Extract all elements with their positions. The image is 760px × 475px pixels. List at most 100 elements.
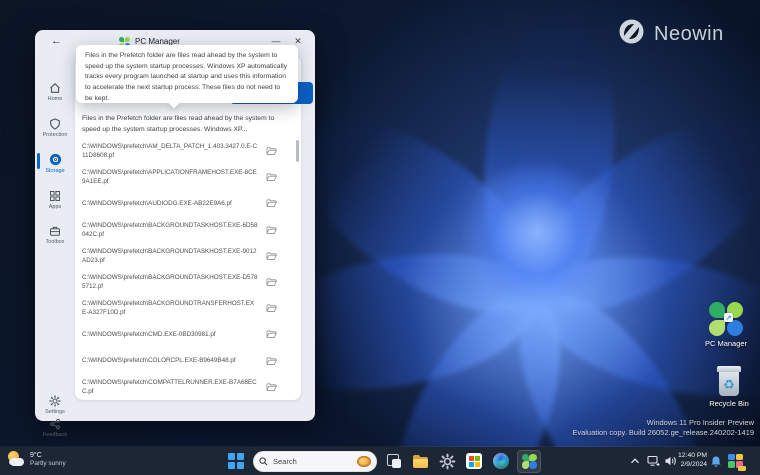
desktop-icon-label: PC Manager [704, 339, 748, 348]
tray-clock[interactable]: 12:40 PM 2/9/2024 [678, 452, 707, 469]
open-folder-icon[interactable] [266, 225, 277, 235]
feedback-icon [50, 418, 60, 430]
network-icon [646, 455, 660, 467]
task-view-button[interactable] [384, 451, 404, 471]
desktop-icon-pc-manager[interactable]: ↗ PC Manager [694, 302, 758, 348]
watermark-line1: Windows 11 Pro Insider Preview [646, 418, 754, 427]
windows-logo-icon [228, 453, 244, 469]
file-path: C:\WINDOWS\prefetch\CMD.EXE-0BD30981.pf [82, 330, 216, 338]
desktop-icon-label: Recycle Bin [709, 399, 749, 408]
prefetch-description: Files in the Prefetch folder are files r… [82, 115, 275, 133]
file-path: C:\WINDOWS\prefetch\COLORCPL.EXE-B9649B4… [82, 357, 236, 365]
open-folder-icon[interactable] [266, 198, 277, 208]
taskbar-search[interactable]: Search [253, 450, 377, 472]
home-icon [50, 83, 60, 93]
back-button[interactable]: ← [51, 35, 62, 47]
watermark-line2: Evaluation copy. Build 26052.ge_release.… [572, 428, 754, 437]
open-folder-icon[interactable] [266, 303, 277, 313]
file-list-row[interactable]: C:\WINDOWS\prefetch\BACKGROUNDTASKHOST.E… [75, 269, 301, 295]
open-folder-icon[interactable] [266, 382, 277, 392]
sidebar-item-label: Storage [45, 168, 65, 174]
file-path: C:\WINDOWS\prefetch\BACKGROUNDTASKHOST.E… [82, 221, 258, 238]
gear-icon [439, 453, 455, 469]
sidebar-item-label: Toolbox [45, 239, 65, 245]
tray-chevron-button[interactable] [625, 451, 645, 471]
file-list-row[interactable]: C:\WINDOWS\prefetch\COLORCPL.EXE-B9649B4… [75, 348, 301, 374]
taskbar: 9°C Partly sunny Search 12:40 PM 2/9/202… [0, 447, 760, 475]
sidebar: Home Protection Storage Apps Toolbox Set… [35, 54, 75, 438]
microsoft-store-button[interactable] [464, 451, 484, 471]
open-folder-icon[interactable] [266, 146, 277, 156]
file-list-row[interactable]: C:\WINDOWS\prefetch\BACKGROUNDTASKHOST.E… [75, 217, 301, 243]
neowin-brand: Neowin [618, 18, 724, 50]
tray-time: 12:40 PM [678, 452, 708, 459]
search-highlight-icon [357, 455, 371, 467]
weather-widget[interactable]: 9°C Partly sunny [7, 450, 66, 468]
edge-button[interactable] [491, 451, 511, 471]
tooltip-text: Files in the Prefetch folder are files r… [85, 52, 287, 102]
sidebar-item-feedback[interactable]: Feedback [35, 418, 75, 438]
search-label: Search [273, 456, 297, 466]
open-folder-icon[interactable] [266, 277, 277, 287]
file-path: C:\WINDOWS\prefetch\APPLICATIONFRAMEHOST… [82, 169, 257, 186]
widgets-icon [728, 453, 746, 471]
prefetch-tooltip: Files in the Prefetch folder are files r… [76, 45, 298, 109]
file-path: C:\WINDOWS\prefetch\COMPATTELRUNNER.EXE-… [82, 378, 257, 395]
toolbox-icon [50, 226, 60, 236]
partly-sunny-icon [7, 450, 25, 468]
open-folder-icon[interactable] [266, 356, 277, 366]
volume-button[interactable] [660, 451, 680, 471]
recycle-bin-icon: ♻ [716, 366, 742, 396]
open-folder-icon[interactable] [266, 172, 277, 182]
file-list-row[interactable]: C:\WINDOWS\prefetch\AM_DELTA_PATCH_1.403… [75, 138, 301, 164]
gear-icon [49, 395, 61, 407]
file-path: C:\WINDOWS\prefetch\AUDIODG.EXE-AB22E9A6… [82, 199, 232, 207]
file-list-row[interactable]: C:\WINDOWS\prefetch\COMPATTELRUNNER.EXE-… [75, 374, 301, 400]
neowin-logo-icon [618, 18, 645, 50]
open-folder-icon[interactable] [266, 329, 277, 339]
file-explorer-button[interactable] [410, 451, 430, 471]
open-folder-icon[interactable] [266, 251, 277, 261]
file-path: C:\WINDOWS\prefetch\BACKGROUNDTRANSFERHO… [82, 300, 255, 317]
file-list-row[interactable]: C:\WINDOWS\prefetch\BACKGROUNDTASKHOST.E… [75, 243, 301, 269]
pc-manager-icon [521, 453, 537, 469]
file-list-row[interactable]: C:\WINDOWS\prefetch\BACKGROUNDTRANSFERHO… [75, 295, 301, 321]
apps-grid-icon [50, 191, 60, 201]
chevron-up-icon [631, 458, 639, 464]
sidebar-item-label: Home [47, 96, 63, 102]
pc-manager-taskbar-button[interactable] [517, 449, 541, 473]
sidebar-item-toolbox[interactable]: Toolbox [35, 225, 75, 245]
start-button[interactable] [226, 451, 246, 471]
file-list-row[interactable]: C:\WINDOWS\prefetch\CMD.EXE-0BD30981.pf [75, 321, 301, 347]
weather-condition: Partly sunny [30, 459, 66, 467]
pc-manager-window: ← PC Manager — ✕ Home Protection Storage… [35, 30, 315, 438]
shortcut-arrow-icon: ↗ [724, 313, 733, 322]
scrollbar-thumb[interactable] [296, 140, 299, 162]
insider-watermark: Windows 11 Pro Insider Preview Evaluatio… [572, 418, 754, 438]
sidebar-item-home[interactable]: Home [35, 82, 75, 102]
wallpaper-bloom [245, 7, 760, 475]
file-list-row[interactable]: C:\WINDOWS\prefetch\APPLICATIONFRAMEHOST… [75, 164, 301, 190]
sidebar-item-label: Protection [42, 132, 68, 138]
file-list: C:\WINDOWS\prefetch\AM_DELTA_PATCH_1.403… [75, 138, 301, 400]
speaker-icon [665, 456, 676, 466]
widgets-button[interactable] [726, 451, 746, 471]
desktop: Neowin ↗ PC Manager ♻ Recycle Bin Window… [0, 0, 760, 475]
file-path: C:\WINDOWS\prefetch\AM_DELTA_PATCH_1.403… [82, 142, 258, 160]
file-list-row[interactable]: C:\WINDOWS\prefetch\AUDIODG.EXE-AB22E9A6… [75, 190, 301, 216]
sidebar-item-label: Settings [45, 409, 65, 415]
file-path: C:\WINDOWS\prefetch\BACKGROUNDTASKHOST.E… [82, 273, 258, 291]
notification-button[interactable] [706, 451, 726, 471]
tray-date: 2/9/2024 [680, 460, 708, 468]
file-path: C:\WINDOWS\prefetch\BACKGROUNDTASKHOST.E… [82, 247, 257, 264]
sidebar-item-storage[interactable]: Storage [35, 153, 75, 174]
desktop-icon-recycle-bin[interactable]: ♻ Recycle Bin [697, 366, 760, 408]
sidebar-item-settings[interactable]: Settings [35, 395, 75, 415]
task-view-icon [384, 451, 404, 471]
settings-button[interactable] [437, 451, 457, 471]
sidebar-item-apps[interactable]: Apps [35, 190, 75, 210]
neowin-label: Neowin [654, 22, 724, 45]
shield-icon [50, 118, 60, 130]
search-icon [259, 456, 268, 465]
sidebar-item-protection[interactable]: Protection [35, 118, 75, 138]
